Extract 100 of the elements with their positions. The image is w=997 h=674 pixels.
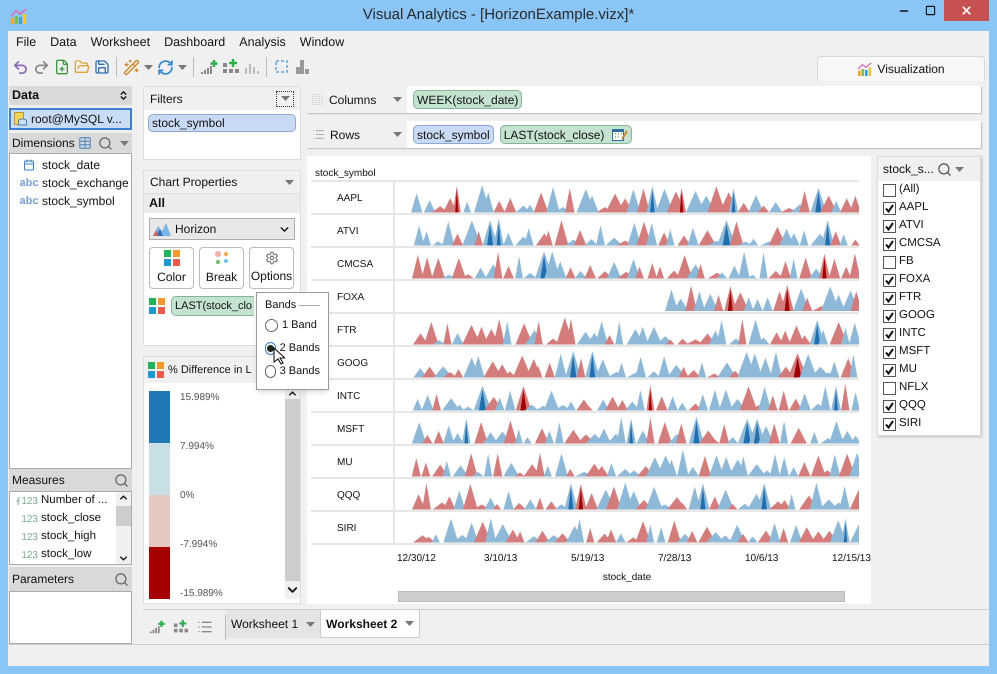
scrollbar[interactable]: [116, 492, 131, 564]
checkbox[interactable]: [883, 328, 896, 340]
wand-icon[interactable]: [123, 58, 140, 76]
property-button[interactable]: Break: [199, 247, 244, 289]
chart-block-icon[interactable]: [294, 59, 310, 75]
filter-option[interactable]: INTC: [883, 325, 975, 343]
close-button[interactable]: [944, 0, 989, 21]
sort-icon[interactable]: [118, 90, 129, 101]
undo-icon[interactable]: [12, 58, 29, 76]
field-pill[interactable]: stock_symbol: [413, 125, 494, 144]
filter-option[interactable]: QQQ: [883, 397, 975, 415]
checkbox[interactable]: [883, 256, 896, 268]
field-pill[interactable]: WEEK(stock_date): [413, 90, 522, 109]
visualization-tab[interactable]: Visualization: [817, 56, 985, 81]
radio-button[interactable]: [265, 364, 276, 378]
caret-icon[interactable]: [954, 166, 964, 172]
filter-option[interactable]: ATVI: [883, 217, 975, 235]
radio-option[interactable]: 3 Bands: [265, 360, 320, 382]
caret-icon[interactable]: [306, 622, 316, 626]
connection-item[interactable]: root@MySQL v...: [9, 108, 132, 130]
color-grid-icon: [149, 298, 165, 314]
filter-option[interactable]: MU: [883, 361, 975, 379]
redo-icon[interactable]: [33, 58, 50, 76]
add-chart-icon[interactable]: [149, 619, 165, 635]
filter-option[interactable]: GOOG: [883, 307, 975, 325]
type-label: 123: [21, 494, 38, 508]
menu-item[interactable]: Data: [50, 32, 77, 52]
search-icon[interactable]: [114, 572, 129, 586]
search-icon[interactable]: [98, 136, 113, 150]
checkbox[interactable]: [883, 274, 896, 286]
caret-icon[interactable]: [285, 180, 294, 184]
save-icon[interactable]: [94, 59, 110, 75]
menu-item[interactable]: Worksheet: [90, 32, 150, 52]
filter-option[interactable]: CMCSA: [883, 235, 975, 253]
checkbox[interactable]: [883, 310, 896, 322]
filter-pill[interactable]: stock_symbol: [148, 114, 296, 132]
field-item[interactable]: 123 Number of ...: [10, 492, 116, 510]
color-field-pill[interactable]: LAST(stock_clo: [171, 296, 254, 316]
list-icon[interactable]: [197, 619, 213, 635]
checkbox[interactable]: [883, 292, 896, 304]
caret-icon[interactable]: [144, 64, 153, 70]
filter-option[interactable]: (All): [883, 181, 975, 199]
checkbox[interactable]: [883, 382, 896, 394]
caret-icon[interactable]: [178, 64, 187, 70]
checkbox[interactable]: [883, 184, 896, 196]
checkbox[interactable]: [883, 238, 896, 250]
property-button[interactable]: Options: [249, 247, 294, 289]
filter-option[interactable]: FOXA: [883, 271, 975, 289]
checkbox[interactable]: [883, 364, 896, 376]
new-file-icon[interactable]: [54, 59, 70, 75]
sheet-tab[interactable]: Worksheet 2: [320, 610, 420, 638]
checkbox[interactable]: [883, 202, 896, 214]
search-icon[interactable]: [936, 162, 952, 176]
axis-tick-label: 10/6/13: [745, 552, 778, 566]
scrollbar[interactable]: [285, 388, 300, 599]
menu-item[interactable]: Dashboard: [164, 32, 226, 52]
property-button[interactable]: Color: [149, 247, 194, 289]
filter-option[interactable]: NFLX: [883, 379, 975, 397]
caret-icon[interactable]: [280, 96, 290, 101]
scrollbar[interactable]: [398, 591, 845, 602]
field-item[interactable]: 123 stock_low: [10, 546, 116, 564]
calculator-edit-icon[interactable]: [612, 128, 628, 141]
field-name: Number of ...: [41, 493, 108, 508]
add-grid-icon[interactable]: [222, 59, 240, 75]
color-grid-icon: [148, 362, 164, 378]
filter-option[interactable]: SIRI: [883, 415, 975, 433]
selection-icon[interactable]: [273, 59, 290, 75]
caret-icon[interactable]: [405, 621, 414, 626]
checkbox[interactable]: [883, 346, 896, 358]
menu-item[interactable]: Window: [300, 32, 344, 52]
refresh-icon[interactable]: [157, 58, 174, 76]
field-pill[interactable]: LAST(stock_close): [500, 125, 632, 144]
field-item[interactable]: abc stock_exchange: [10, 174, 131, 192]
add-grid-icon[interactable]: [173, 619, 189, 635]
add-chart-icon[interactable]: [200, 59, 218, 75]
checkbox[interactable]: [883, 418, 896, 430]
field-item[interactable]: 123 stock_close: [10, 510, 116, 528]
field-item[interactable]: abc stock_symbol: [10, 192, 131, 210]
caret-icon[interactable]: [393, 97, 402, 102]
filter-option[interactable]: MSFT: [883, 343, 975, 361]
filters-menu-button[interactable]: [276, 90, 294, 106]
filter-option[interactable]: AAPL: [883, 199, 975, 217]
caret-icon[interactable]: [393, 132, 402, 137]
filter-option[interactable]: FTR: [883, 289, 975, 307]
radio-option[interactable]: 1 Band: [265, 314, 320, 336]
menu-item[interactable]: Analysis: [239, 32, 286, 52]
filter-option[interactable]: FB: [883, 253, 975, 271]
scroll-down-icon[interactable]: [285, 581, 300, 599]
chart-type-dropdown[interactable]: Horizon: [149, 218, 295, 240]
caret-icon[interactable]: [120, 140, 129, 146]
field-item[interactable]: 123 stock_high: [10, 528, 116, 546]
field-item[interactable]: stock_date: [10, 156, 131, 174]
search-icon[interactable]: [114, 472, 129, 488]
radio-button[interactable]: [265, 318, 278, 332]
menu-item[interactable]: File: [16, 32, 36, 52]
checkbox[interactable]: [883, 400, 896, 412]
checkbox[interactable]: [883, 220, 896, 232]
table-icon[interactable]: [78, 136, 92, 150]
sheet-tab[interactable]: Worksheet 1: [226, 610, 320, 638]
shelf-label: Columns: [329, 92, 376, 108]
